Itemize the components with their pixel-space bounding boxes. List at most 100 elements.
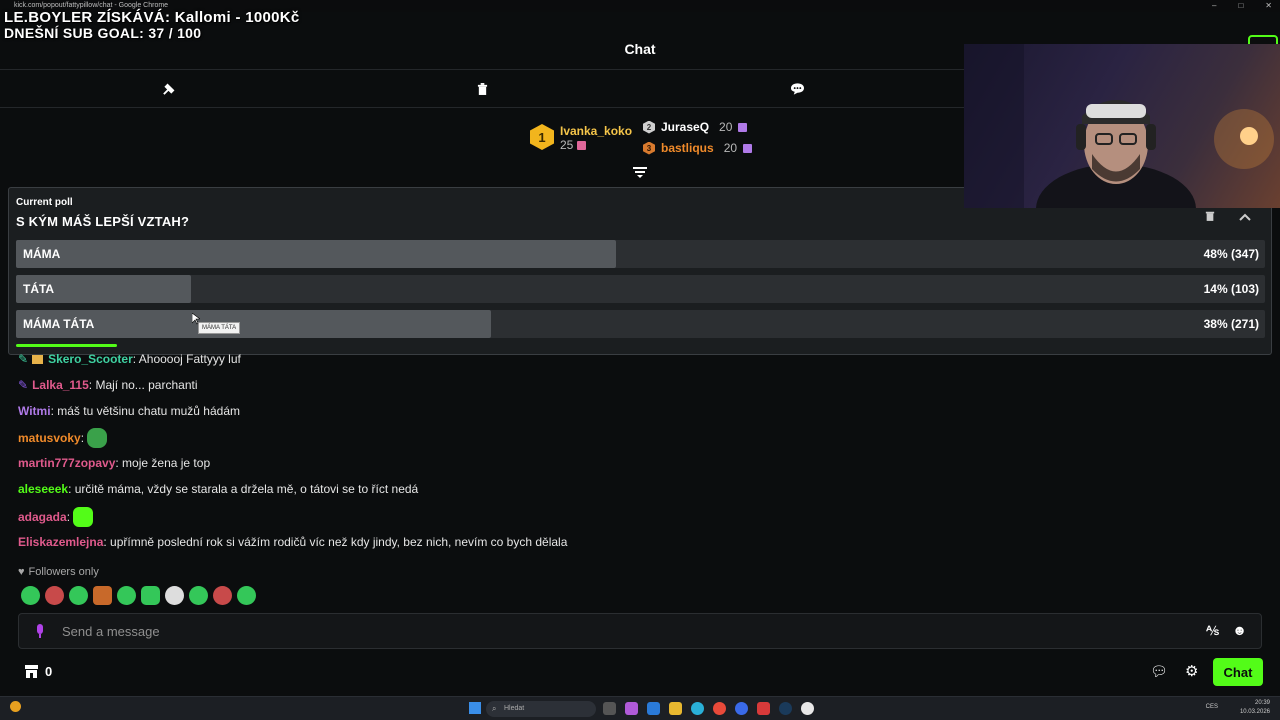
poll-delete-icon[interactable] <box>1205 208 1221 222</box>
minimize-icon[interactable]: – <box>1212 0 1216 12</box>
mouse-cursor-icon <box>192 313 200 325</box>
emote-icon[interactable] <box>69 586 88 605</box>
poll-question: S KÝM MÁŠ LEPŠÍ VZTAH? <box>16 214 190 229</box>
gift-icon <box>743 143 753 153</box>
message-text: : máš tu většinu chatu mužů hádám <box>50 404 240 418</box>
store-icon[interactable] <box>24 664 39 679</box>
message-username[interactable]: Witmi <box>18 404 51 418</box>
chat-message: adagada : <box>18 507 94 527</box>
poll-option-result: 38% (271) <box>1203 317 1259 331</box>
emote-icon[interactable] <box>45 586 64 605</box>
message-username[interactable]: Skero_Scooter <box>48 352 133 366</box>
emote-icon[interactable] <box>213 586 232 605</box>
gift-icon <box>577 140 587 150</box>
emote-icon[interactable] <box>165 586 184 605</box>
quick-emote-bar <box>21 586 256 605</box>
poll-option-result: 14% (103) <box>1203 282 1259 296</box>
search-icon: ⌕ <box>492 704 497 713</box>
obs-icon[interactable] <box>801 702 814 715</box>
emote-icon[interactable] <box>21 586 40 605</box>
emote-icon[interactable] <box>189 586 208 605</box>
leaderboard-first: 1 Ivanka_koko 25 <box>530 124 632 152</box>
window-title: kick.com/popout/fattypillow/chat - Googl… <box>14 2 169 9</box>
store-count: 0 <box>45 664 53 679</box>
maximize-icon[interactable]: □ <box>1238 0 1243 12</box>
chat-bubble-icon[interactable] <box>787 80 807 98</box>
message-input-box: ⅍ ☻ <box>18 613 1262 649</box>
chat-rules-icon[interactable]: 💬︎ <box>1150 663 1168 680</box>
gift-icon <box>738 122 748 132</box>
chat-message: Eliskazemlejna : upřímně poslední rok si… <box>18 535 567 549</box>
app-icon[interactable] <box>625 702 638 715</box>
poll-timer-bar <box>16 344 117 347</box>
message-input[interactable] <box>62 622 1162 640</box>
trash-icon[interactable] <box>472 80 492 98</box>
leaderboard-third-name[interactable]: bastliqus <box>661 141 714 155</box>
message-username[interactable]: martin777zopavy <box>18 456 115 470</box>
edge-icon[interactable] <box>691 702 704 715</box>
message-text: : Mají no... parchanti <box>88 378 198 392</box>
poll-option-tooltip: MÁMA TÁTA <box>198 322 241 334</box>
chrome-icon[interactable] <box>713 702 726 715</box>
message-username[interactable]: aleseeek <box>18 482 68 496</box>
leaderboard-second: 2 JuraseQ 20 <box>643 120 748 134</box>
emote-icon[interactable] <box>237 586 256 605</box>
poll-option-fill <box>16 240 616 268</box>
followers-only-notice: ♥ Followers only <box>18 566 99 578</box>
tray-language[interactable]: CES <box>1206 703 1218 712</box>
leaderboard-collapse-icon[interactable] <box>633 166 647 178</box>
chat-message: ✎ Skero_Scooter : Ahooooj Fattyyy luf <box>18 352 241 366</box>
message-text: : Ahooooj Fattyyy luf <box>132 352 241 366</box>
task-view-icon[interactable] <box>603 702 616 715</box>
poll-collapse-icon[interactable] <box>1239 208 1255 222</box>
app-icon[interactable] <box>735 702 748 715</box>
moderation-hammer-icon[interactable] <box>158 80 178 98</box>
leaderboard-first-name[interactable]: Ivanka_koko <box>560 124 632 138</box>
donation-overlay: LE.BOYLER ZÍSKÁVÁ: Kallomi - 1000Kč <box>4 9 300 26</box>
emote-icon[interactable] <box>141 586 160 605</box>
poll-option-result: 48% (347) <box>1203 247 1259 261</box>
tray-date: 10.03.2026 <box>1239 709 1270 715</box>
microphone-icon[interactable] <box>35 624 45 639</box>
send-chat-button[interactable]: Chat <box>1213 658 1263 686</box>
rank-badge-bronze: 3 <box>643 141 655 155</box>
badge-feather-icon: ✎ <box>18 378 29 392</box>
poll-option-label: TÁTA <box>23 282 55 296</box>
close-icon[interactable]: ✕ <box>1265 0 1272 12</box>
leaderboard-second-points: 20 <box>719 120 733 134</box>
message-username[interactable]: adagada <box>18 510 67 524</box>
poll-option-mama[interactable]: MÁMA 48% (347) <box>16 240 1265 268</box>
emote-icon[interactable] <box>117 586 136 605</box>
message-username[interactable]: Lalka_115 <box>32 378 89 392</box>
windows-taskbar: ⌕ Hledat CES 20:39 10.03.2026 <box>0 696 1280 720</box>
leaderboard-first-points: 25 <box>560 138 632 152</box>
message-username[interactable]: Eliskazemlejna <box>18 535 103 549</box>
chat-message: ✎ Lalka_115 : Mají no... parchanti <box>18 378 198 392</box>
windows-start-icon[interactable] <box>469 702 481 714</box>
leaderboard-third-points: 20 <box>723 141 738 155</box>
message-text: : určitě máma, vždy se starala a držela … <box>68 482 419 496</box>
kick-emote-icon <box>73 507 94 527</box>
streamer-webcam-image <box>964 44 1274 208</box>
chat-message: Witmi : máš tu většinu chatu mužů hádám <box>18 404 240 418</box>
taskbar-search-placeholder: Hledat <box>504 705 525 712</box>
gear-icon[interactable]: ⚙ <box>1185 662 1198 680</box>
message-text: : <box>80 431 85 445</box>
emote-icon[interactable] <box>93 586 112 605</box>
system-tray: CES 20:39 10.03.2026 <box>1206 699 1270 717</box>
chat-message: matusvoky : <box>18 428 108 448</box>
emoji-icon[interactable]: ☻ <box>1232 622 1247 638</box>
poll-option-label: MÁMA <box>23 247 61 261</box>
leaderboard-second-name[interactable]: JuraseQ <box>661 120 709 134</box>
steam-icon[interactable] <box>779 702 792 715</box>
message-username[interactable]: matusvoky <box>18 431 81 445</box>
translate-icon[interactable]: ⅍ <box>1206 623 1219 638</box>
poll-option-label: MÁMA TÁTA <box>23 317 95 331</box>
app-icon[interactable] <box>757 702 770 715</box>
poll-option-tata[interactable]: TÁTA 14% (103) <box>16 275 1265 303</box>
badge-feather-icon: ✎ <box>18 352 29 366</box>
file-explorer-icon[interactable] <box>669 702 682 715</box>
taskbar-search[interactable]: ⌕ Hledat <box>486 701 596 717</box>
app-icon[interactable] <box>647 702 660 715</box>
weather-icon[interactable] <box>10 701 21 712</box>
